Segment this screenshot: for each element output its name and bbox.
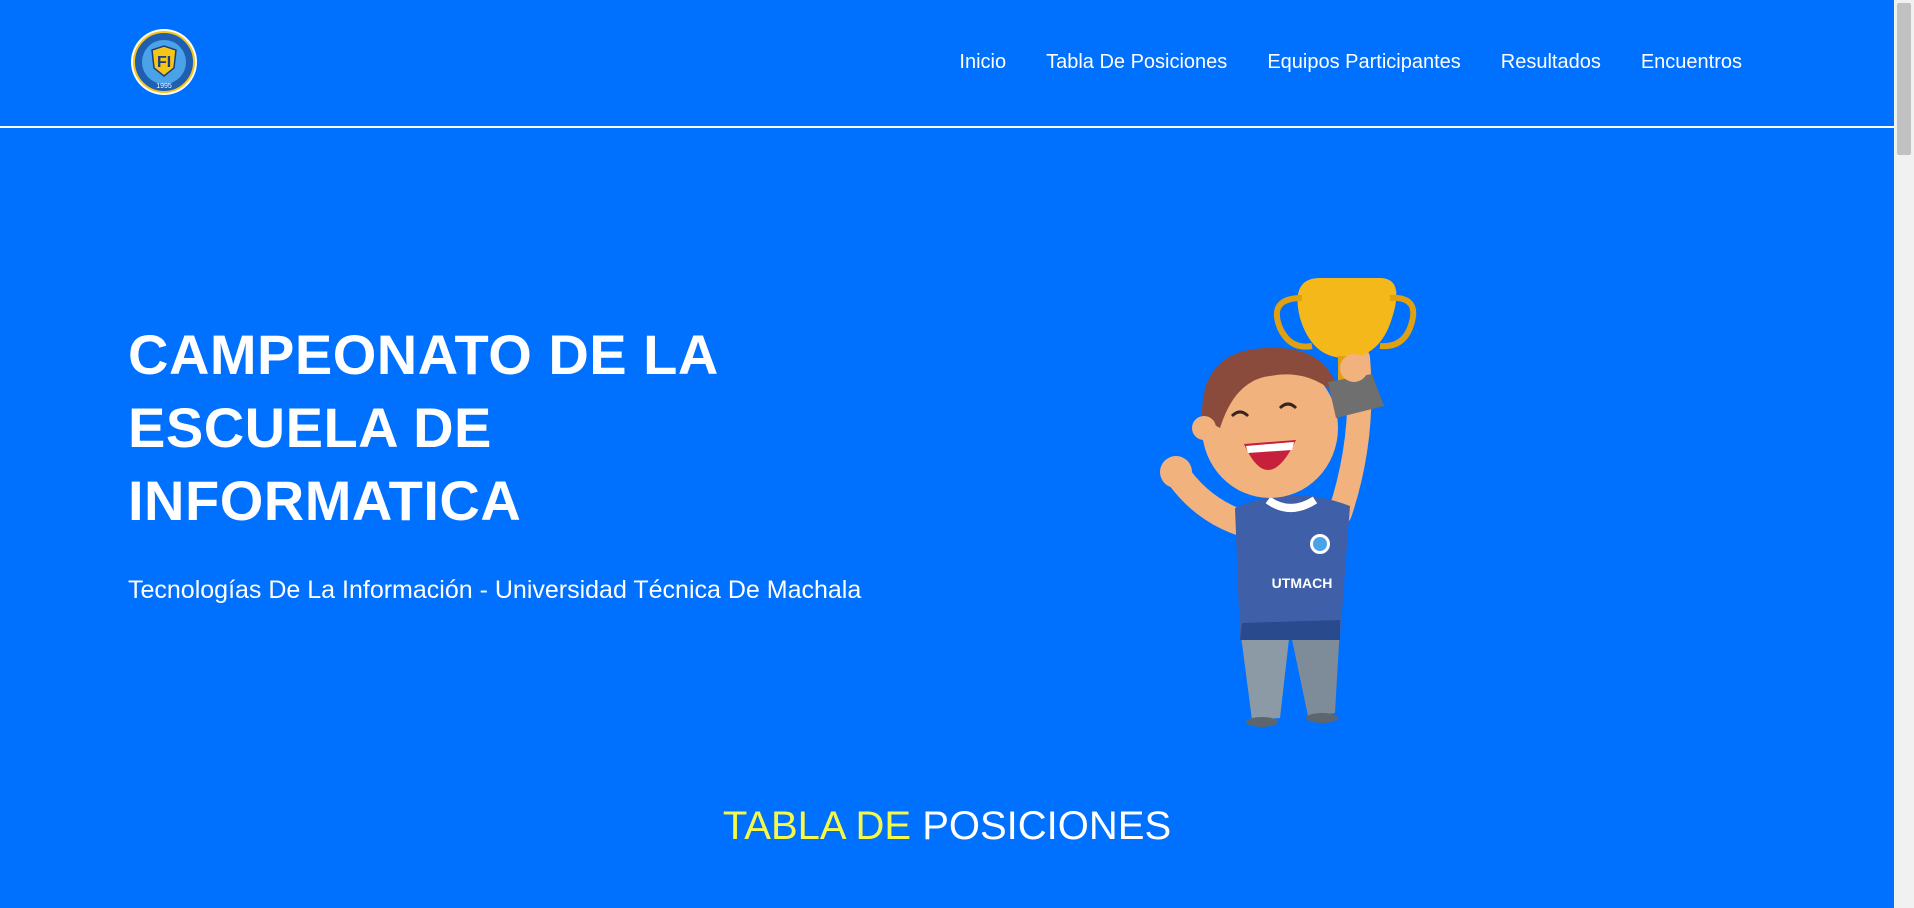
hero-title: CAMPEONATO DE LA ESCUELA DE INFORMATICA <box>128 318 848 537</box>
boy-holding-trophy-illustration: UTMACH <box>1160 278 1417 727</box>
nav-link-tabla-de-posiciones[interactable]: Tabla De Posiciones <box>1046 48 1227 76</box>
club-crest-logo[interactable]: FI 1995 <box>130 28 198 96</box>
section-title-rest: POSICIONES <box>922 804 1172 848</box>
svg-text:1995: 1995 <box>156 83 172 90</box>
svg-text:FI: FI <box>157 54 171 71</box>
hero-title-line: INFORMATICA <box>128 469 522 532</box>
nav-link-inicio[interactable]: Inicio <box>959 48 1006 76</box>
scrollbar-thumb[interactable] <box>1897 3 1911 155</box>
main-nav: Inicio Tabla De Posiciones Equipos Parti… <box>959 48 1742 76</box>
nav-link-encuentros[interactable]: Encuentros <box>1641 48 1742 76</box>
hero-title-line: ESCUELA DE <box>128 396 492 459</box>
scrollbar[interactable] <box>1894 0 1914 908</box>
hero-subtitle: Tecnologías De La Información - Universi… <box>128 576 862 604</box>
svg-text:UTMACH: UTMACH <box>1272 575 1333 591</box>
nav-link-resultados[interactable]: Resultados <box>1501 48 1601 76</box>
page: FI 1995 Inicio Tabla De Posiciones Equip… <box>0 0 1894 908</box>
site-header: FI 1995 Inicio Tabla De Posiciones Equip… <box>0 0 1894 128</box>
section-title-highlight: TABLA DE <box>722 804 912 848</box>
nav-link-equipos-participantes[interactable]: Equipos Participantes <box>1267 48 1460 76</box>
section-title-tabla-de-posiciones: TABLA DE POSICIONES <box>0 800 1894 852</box>
hero-title-line: CAMPEONATO DE LA <box>128 323 719 386</box>
